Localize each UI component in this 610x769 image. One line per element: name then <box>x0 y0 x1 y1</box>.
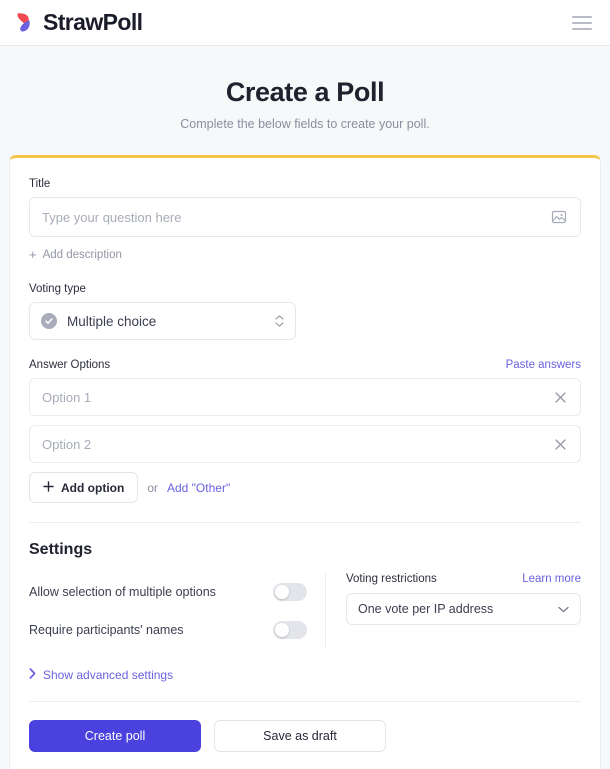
brand-logo[interactable]: StrawPoll <box>14 9 143 36</box>
create-poll-page: StrawPoll Create a Poll Complete the bel… <box>0 0 610 769</box>
form-actions: Create poll Save as draft <box>29 720 581 769</box>
allow-multiple-toggle[interactable] <box>273 583 307 601</box>
plus-icon: + <box>29 247 37 262</box>
option-row[interactable] <box>29 378 581 416</box>
add-other-link[interactable]: Add "Other" <box>167 481 230 495</box>
app-header: StrawPoll <box>0 0 610 46</box>
page-title: Create a Poll <box>225 77 385 107</box>
voting-restrictions-select[interactable]: One vote per IP address <box>346 593 581 625</box>
add-option-label: Add option <box>61 480 125 495</box>
strawpoll-logo-icon <box>14 11 40 35</box>
hamburger-icon[interactable] <box>572 15 592 30</box>
chevron-updown-icon <box>275 315 284 327</box>
voting-restrictions-label: Voting restrictions <box>346 573 437 585</box>
add-option-row: Add option or Add "Other" <box>29 472 581 503</box>
add-option-button[interactable]: Add option <box>29 472 139 503</box>
footer-divider <box>29 701 581 702</box>
add-description-button[interactable]: + Add description <box>29 248 122 261</box>
answer-options-section: Answer Options Paste answers Option 1 Op… <box>29 359 581 503</box>
option-input-2[interactable] <box>42 426 552 462</box>
title-label: Title <box>29 178 51 190</box>
setting-allow-multiple: Allow selection of multiple options <box>29 573 307 611</box>
title-input[interactable] <box>42 198 550 236</box>
brand-name: StrawPoll <box>43 9 143 35</box>
title-input-wrapper[interactable] <box>29 197 581 237</box>
settings-heading: Settings <box>29 541 93 558</box>
or-text: or <box>147 480 158 495</box>
add-description-label: Add description <box>42 248 122 261</box>
setting-label: Allow selection of multiple options <box>29 585 216 599</box>
plus-icon <box>43 480 54 495</box>
divider <box>29 522 581 523</box>
hero-section: Create a Poll Complete the below fields … <box>0 46 610 131</box>
voting-restrictions-column: Voting restrictions Learn more One vote … <box>325 573 581 649</box>
settings-grid: Allow selection of multiple options Requ… <box>29 573 581 649</box>
chevron-down-icon <box>558 600 569 618</box>
voting-restrictions-value: One vote per IP address <box>358 602 494 616</box>
learn-more-link[interactable]: Learn more <box>522 573 581 585</box>
poll-form-card: Title + Add description Voting type <box>9 155 601 769</box>
show-advanced-settings-label: Show advanced settings <box>43 668 174 682</box>
save-as-draft-button[interactable]: Save as draft <box>214 720 386 752</box>
setting-label: Require participants' names <box>29 623 184 637</box>
voting-type-select[interactable]: Multiple choice <box>29 302 296 340</box>
page-subtitle: Complete the below fields to create your… <box>180 117 430 131</box>
settings-toggles-column: Allow selection of multiple options Requ… <box>29 573 325 649</box>
close-icon[interactable] <box>552 389 568 405</box>
close-icon[interactable] <box>552 436 568 452</box>
setting-require-names: Require participants' names <box>29 611 307 649</box>
voting-type-label: Voting type <box>29 283 86 295</box>
show-advanced-settings-button[interactable]: Show advanced settings <box>29 666 173 684</box>
option-row[interactable] <box>29 425 581 463</box>
voting-type-value: Multiple choice <box>67 313 157 329</box>
chevron-right-icon <box>29 666 36 684</box>
check-circle-icon <box>41 313 57 329</box>
voting-type-section: Voting type Multiple choice <box>29 283 581 340</box>
image-icon[interactable] <box>550 208 568 226</box>
create-poll-button[interactable]: Create poll <box>29 720 201 752</box>
paste-answers-link[interactable]: Paste answers <box>506 359 581 371</box>
require-names-toggle[interactable] <box>273 621 307 639</box>
option-input-1[interactable] <box>42 379 552 415</box>
answer-options-label: Answer Options <box>29 359 111 371</box>
